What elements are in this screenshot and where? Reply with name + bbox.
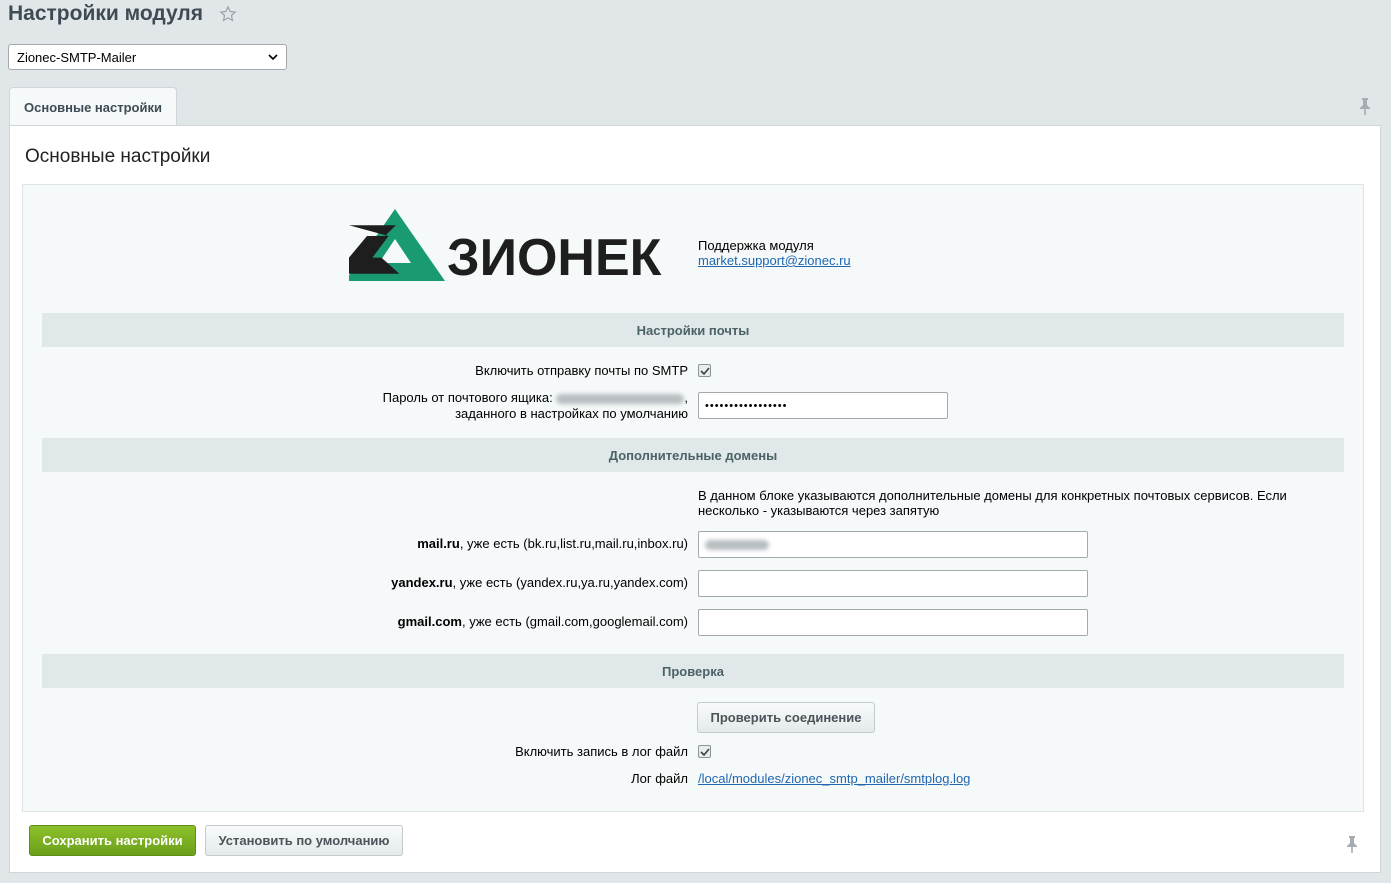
password-field[interactable]: ••••••••••••••••• (698, 392, 948, 419)
redacted-domain (705, 539, 769, 550)
log-enable-label: Включить запись в лог файл (515, 744, 688, 759)
section-title: Основные настройки (25, 146, 211, 167)
reset-defaults-button[interactable]: Установить по умолчанию (205, 825, 403, 856)
password-label-suffix: , (684, 390, 688, 405)
settings-panel: ЗИОНЕК Поддержка модуля market.support@z… (22, 184, 1364, 812)
yandex-existing: , уже есть (yandex.ru,ya.ru,yandex.com) (452, 575, 688, 590)
redacted-email (556, 393, 685, 404)
pin-icon[interactable] (1345, 835, 1359, 853)
smtp-checkbox[interactable] (698, 364, 711, 377)
log-file-label: Лог файл (631, 771, 688, 786)
domains-heading: Дополнительные домены (42, 438, 1344, 472)
checkmark-icon (700, 748, 710, 757)
smtp-label: Включить отправку почты по SMTP (475, 363, 688, 378)
save-settings-button[interactable]: Сохранить настройки (29, 825, 196, 856)
log-file-link[interactable]: /local/modules/zionec_smtp_mailer/smtplo… (698, 771, 970, 786)
support-email-link[interactable]: market.support@zionec.ru (698, 253, 851, 268)
svg-text:ЗИОНЕК: ЗИОНЕК (447, 229, 662, 281)
yandex-label: yandex.ru, уже есть (yandex.ru,ya.ru,yan… (391, 575, 688, 591)
support-label: Поддержка модуля (698, 238, 814, 253)
module-select-value: Zionec-SMTP-Mailer (17, 49, 137, 65)
password-label-line2: заданного в настройках по умолчанию (455, 406, 688, 421)
tab-label: Основные настройки (24, 99, 162, 115)
gmail-domains-input[interactable] (698, 609, 1088, 636)
password-label-prefix: Пароль от почтового ящика: (382, 390, 553, 405)
gmail-service: gmail.com (397, 614, 462, 629)
check-connection-button[interactable]: Проверить соединение (697, 702, 875, 733)
mailru-service: mail.ru (417, 536, 460, 551)
mailru-domains-input[interactable] (698, 531, 1088, 558)
module-select[interactable]: Zionec-SMTP-Mailer (8, 44, 287, 70)
mail-settings-heading: Настройки почты (42, 313, 1344, 347)
domains-hint: В данном блоке указываются дополнительны… (698, 488, 1287, 518)
reset-defaults-label: Установить по умолчанию (218, 833, 390, 848)
pin-icon[interactable] (1358, 97, 1372, 115)
gmail-label: gmail.com, уже есть (gmail.com,googlemai… (398, 614, 688, 630)
page-title: Настройки модуля (8, 2, 237, 26)
save-settings-label: Сохранить настройки (42, 833, 183, 848)
log-checkbox[interactable] (698, 745, 711, 758)
yandex-service: yandex.ru (391, 575, 453, 590)
zionek-logo: ЗИОНЕК (349, 209, 662, 281)
module-support: Поддержка модуля market.support@zionec.r… (698, 238, 851, 268)
mailru-label: mail.ru, уже есть (bk.ru,list.ru,mail.ru… (417, 536, 688, 552)
settings-card: Основные настройки ЗИОНЕК Поддержка моду… (9, 125, 1381, 873)
yandex-domains-input[interactable] (698, 570, 1088, 597)
password-label: Пароль от почтового ящика: , заданного в… (383, 390, 688, 422)
checkmark-icon (700, 367, 710, 376)
page-title-text: Настройки модуля (8, 2, 204, 25)
chevron-down-icon (268, 54, 278, 60)
gmail-existing: , уже есть (gmail.com,googlemail.com) (461, 614, 688, 629)
check-connection-label: Проверить соединение (710, 710, 862, 725)
tab-main-settings[interactable]: Основные настройки (9, 87, 177, 126)
password-value: ••••••••••••••••• (705, 399, 788, 412)
star-icon[interactable] (219, 5, 237, 23)
check-heading: Проверка (42, 654, 1344, 688)
mailru-existing: , уже есть (bk.ru,list.ru,mail.ru,inbox.… (459, 536, 688, 551)
